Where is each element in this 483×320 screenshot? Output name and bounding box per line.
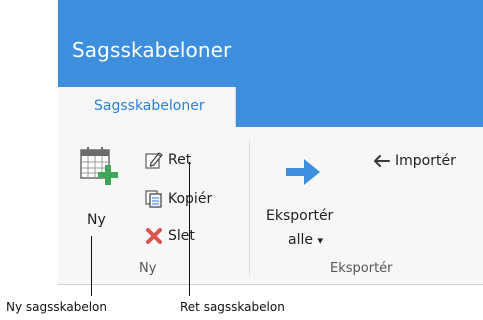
new-button-label: Ny <box>87 212 106 228</box>
callout-line-edit <box>189 162 190 296</box>
group-separator <box>249 140 250 276</box>
tab-label[interactable]: Sagsskabeloner <box>94 98 205 114</box>
arrow-left-icon <box>374 155 390 167</box>
delete-button-label: Slet <box>168 228 195 244</box>
export-all-label-line1: Eksportér <box>266 208 334 224</box>
callout-new-template: Ny sagsskabelon <box>6 300 107 314</box>
import-button[interactable]: Importér <box>371 151 483 173</box>
copy-icon <box>145 190 162 208</box>
copy-button-label: Kopiér <box>168 191 213 207</box>
export-all-label-line2: alle ▾ <box>288 232 323 248</box>
delete-button[interactable]: Slet <box>144 226 214 248</box>
new-button[interactable]: Ny <box>70 142 132 242</box>
app-title: Sagsskabeloner <box>72 38 232 62</box>
import-button-label: Importér <box>395 153 456 169</box>
edit-button[interactable]: Ret <box>144 150 214 172</box>
export-all-label-alle: alle <box>288 232 313 248</box>
export-all-button[interactable]: Eksportér alle ▾ <box>264 150 340 250</box>
dropdown-arrow-icon: ▾ <box>317 234 323 247</box>
edit-pencil-icon <box>145 152 163 169</box>
delete-x-icon <box>146 228 162 244</box>
ribbon-divider <box>58 284 483 285</box>
arrow-right-icon <box>286 159 320 185</box>
group-label-ny: Ny <box>139 261 157 276</box>
callout-line-new <box>91 236 92 296</box>
edit-button-label: Ret <box>168 152 192 168</box>
callout-edit-template: Ret sagsskabelon <box>180 300 285 314</box>
group-label-eksporter: Eksportér <box>330 261 393 276</box>
copy-button[interactable]: Kopiér <box>144 189 236 211</box>
calendar-add-icon <box>80 147 118 185</box>
